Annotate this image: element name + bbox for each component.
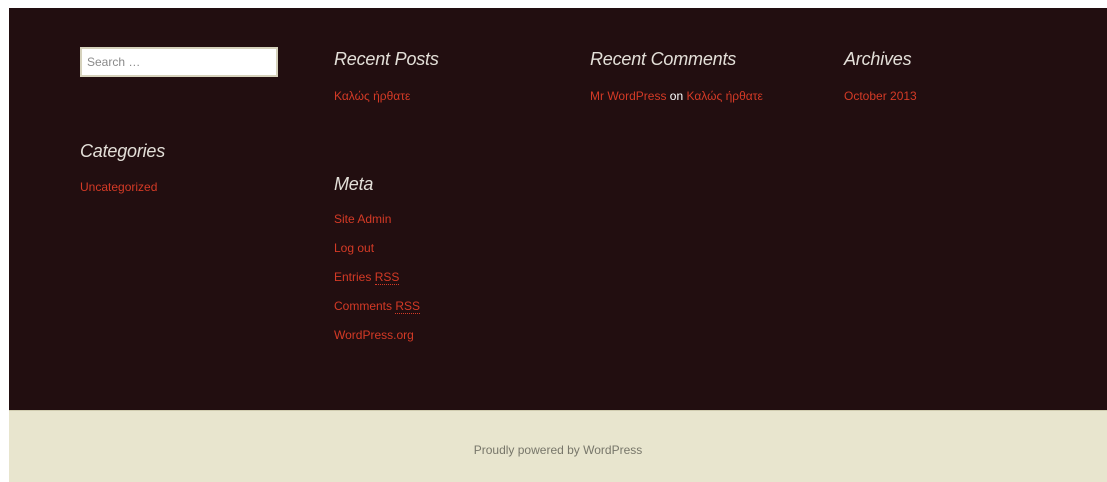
powered-by-link[interactable]: Proudly powered by WordPress: [474, 443, 643, 457]
archives-widget-title: Archives: [844, 49, 912, 69]
categories-widget-title: Categories: [80, 141, 166, 161]
search-form: [80, 47, 278, 77]
recent-posts-widget-title: Recent Posts: [334, 49, 439, 69]
recent-post-link[interactable]: Καλώς ήρθατε: [334, 89, 410, 103]
meta-link-site-admin[interactable]: Site Admin: [334, 212, 391, 226]
comments-rss-label: Comments: [334, 299, 396, 313]
recent-comments-widget-title: Recent Comments: [590, 49, 737, 69]
comment-author-link[interactable]: Mr WordPress: [590, 89, 666, 103]
footer-credit: Proudly powered by WordPress: [9, 443, 1107, 457]
category-link-uncategorized[interactable]: Uncategorized: [80, 180, 157, 194]
entries-rss-label: Entries: [334, 270, 375, 284]
entries-rss-abbr: RSS: [374, 270, 400, 285]
archive-link-october-2013[interactable]: October 2013: [844, 89, 917, 103]
meta-widget-title: Meta: [334, 174, 374, 194]
comments-rss-abbr: RSS: [395, 299, 421, 314]
comment-post-link[interactable]: Καλώς ήρθατε: [687, 89, 763, 103]
site-footer: Proudly powered by WordPress: [9, 410, 1107, 482]
page: Categories Uncategorized Recent Posts Κα…: [9, 8, 1107, 482]
meta-link-entries-rss[interactable]: Entries RSS: [334, 270, 400, 285]
comment-connector: on: [669, 89, 684, 103]
search-input[interactable]: [82, 49, 276, 75]
meta-link-wordpress-org[interactable]: WordPress.org: [334, 328, 414, 342]
recent-comment-item: Mr WordPress on Καλώς ήρθατε: [590, 89, 763, 103]
meta-link-log-out[interactable]: Log out: [334, 241, 374, 255]
footer-widgets-area: Categories Uncategorized Recent Posts Κα…: [9, 8, 1107, 410]
meta-link-comments-rss[interactable]: Comments RSS: [334, 299, 421, 314]
